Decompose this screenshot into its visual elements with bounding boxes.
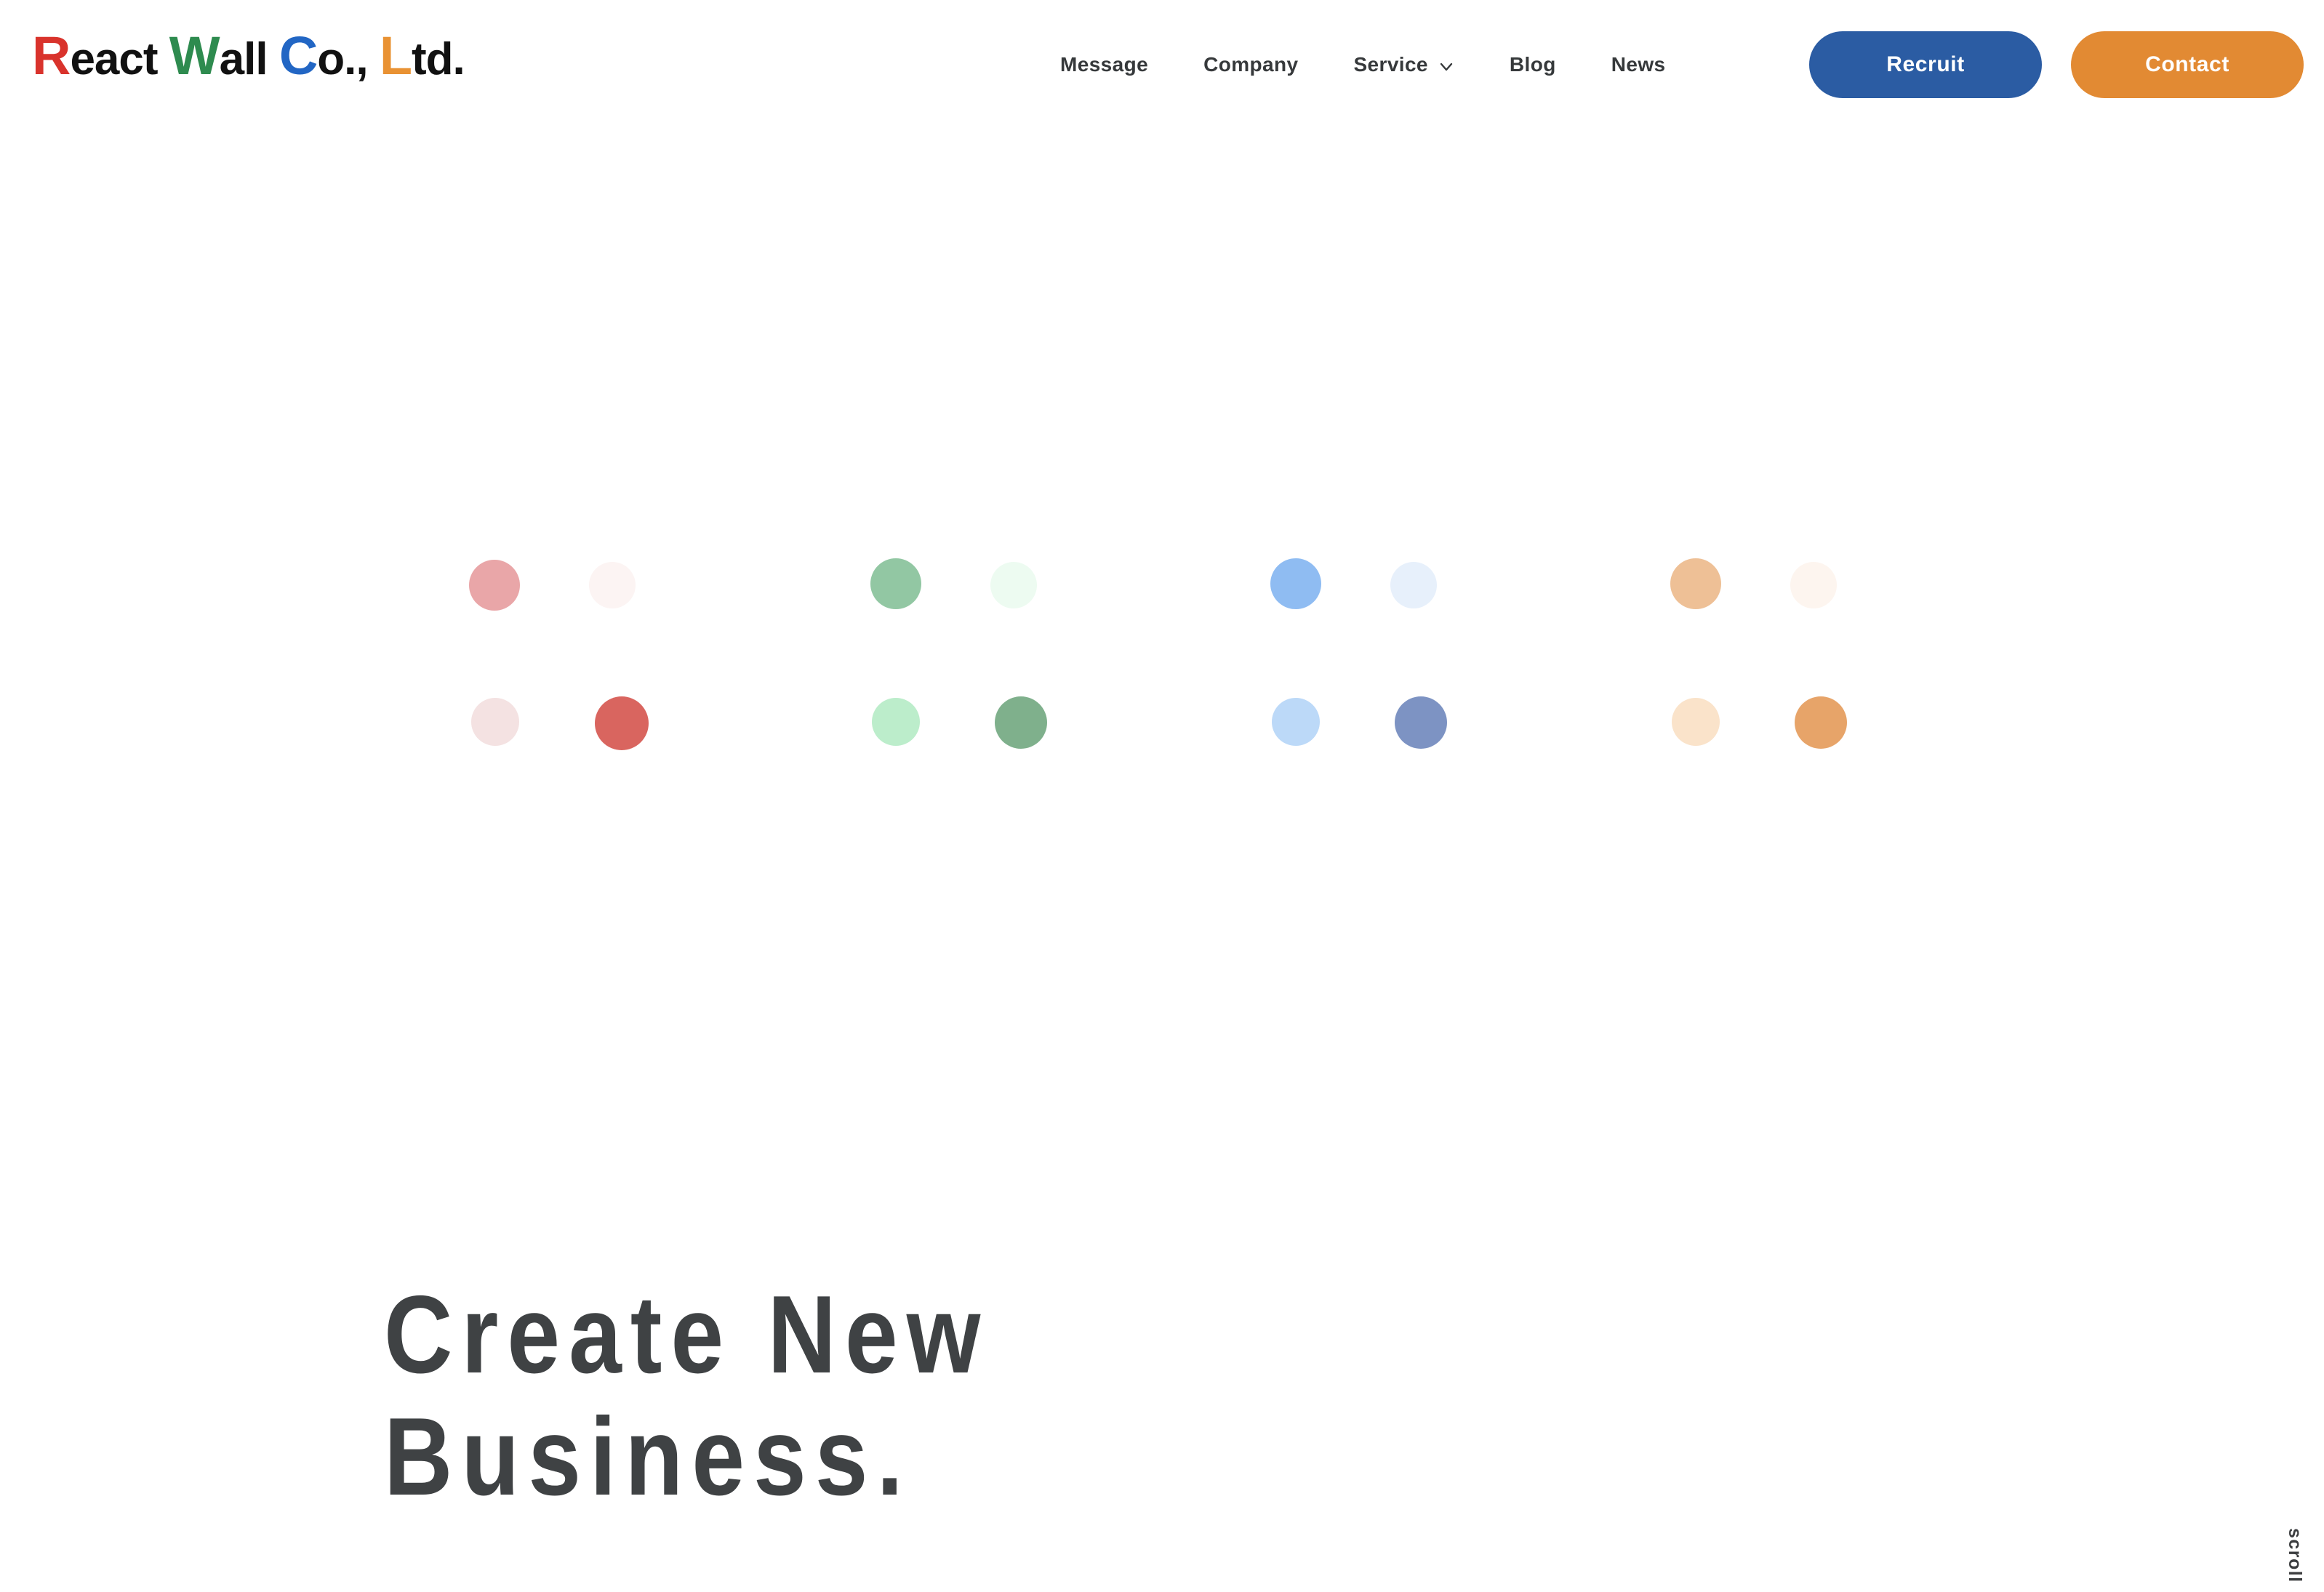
decorative-dot-grid [0,0,2324,1592]
decorative-dot-blue-group-3 [1395,696,1447,749]
logo-segment-7: td. [412,34,465,84]
nav-item-label: Message [1060,53,1149,76]
decorative-dot-red-group-2 [471,698,519,746]
nav-item-label: Blog [1509,53,1556,76]
logo-segment-1: eact [70,34,169,84]
logo-segment-5: o., [317,34,380,84]
page-title-line-2: Business. [384,1395,912,1519]
decorative-dot-red-group-3 [595,696,649,750]
nav-item-message[interactable]: Message [1033,53,1176,76]
decorative-dot-blue-group-2 [1272,698,1320,746]
decorative-dot-green-group-0 [870,558,921,609]
nav-item-label: Service [1353,53,1428,76]
page-title: Create New Business. [384,1274,989,1518]
decorative-dot-red-group-0 [469,560,520,611]
nav-item-label: Company [1203,53,1299,76]
logo-segment-0: R [32,25,71,86]
decorative-dot-green-group-2 [872,698,920,746]
decorative-dot-blue-group-0 [1270,558,1321,609]
contact-button[interactable]: Contact [2071,31,2304,98]
page-title-line-1: Create New [384,1273,990,1396]
decorative-dot-blue-group-1 [1390,562,1437,608]
header-actions: Recruit Contact [1809,0,2304,129]
nav-item-service[interactable]: Service [1326,53,1481,76]
brand-logo[interactable]: React Wall Co., Ltd. [32,29,465,83]
logo-segment-6: L [379,25,412,86]
nav-item-company[interactable]: Company [1176,53,1326,76]
scroll-indicator[interactable]: scroll [2284,1528,2305,1583]
decorative-dot-orange-group-3 [1795,696,1847,749]
decorative-dot-orange-group-1 [1790,562,1837,608]
recruit-button[interactable]: Recruit [1809,31,2042,98]
decorative-dot-orange-group-2 [1672,698,1720,746]
nav-item-blog[interactable]: Blog [1482,53,1584,76]
decorative-dot-red-group-1 [589,562,636,608]
nav-item-news[interactable]: News [1584,53,1694,76]
logo-segment-4: C [279,25,318,86]
logo-segment-3: all [219,34,279,84]
logo-segment-2: W [169,25,220,86]
chevron-down-icon[interactable] [1438,59,1454,75]
decorative-dot-orange-group-0 [1670,558,1721,609]
decorative-dot-green-group-1 [990,562,1037,608]
decorative-dot-green-group-3 [995,696,1047,749]
main-navigation: Message Company Service Blog News [1033,0,1693,129]
nav-item-label: News [1611,53,1666,76]
site-header: React Wall Co., Ltd. Message Company Servi… [0,0,2324,129]
